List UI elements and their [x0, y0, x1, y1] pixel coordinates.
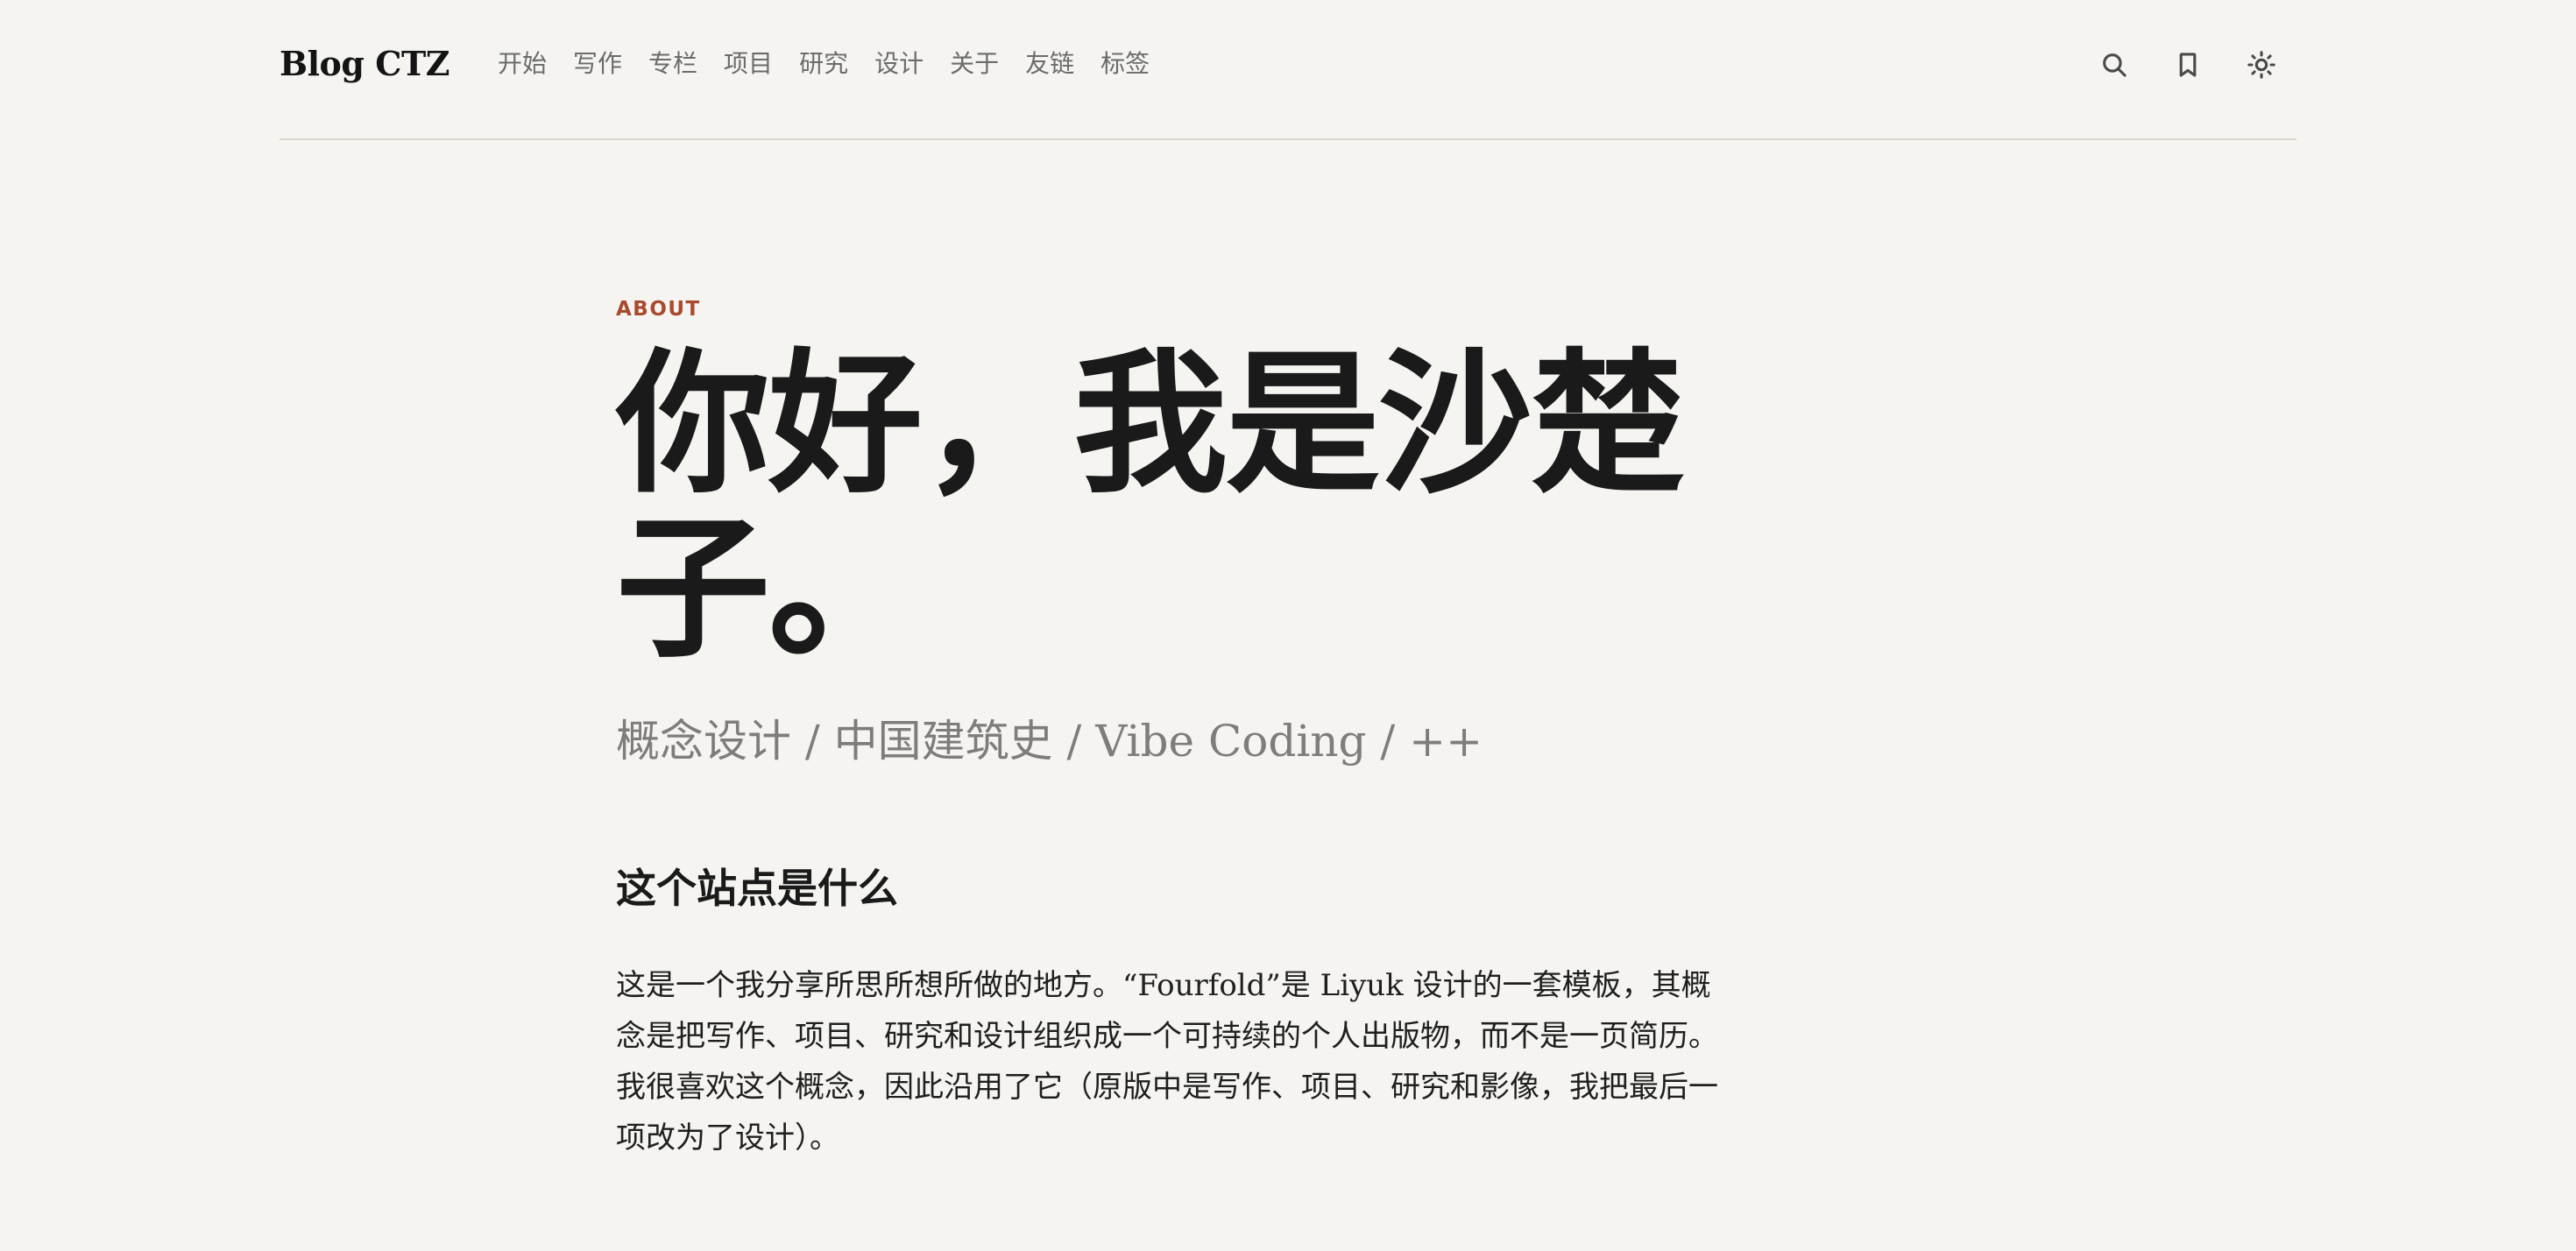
- about-content: ABOUT 你好，我是沙楚子。 概念设计 / 中国建筑史 / Vibe Codi…: [616, 298, 1737, 1193]
- main-nav: 开始 写作 专栏 项目 研究 设计 关于 友链 标签: [498, 52, 1176, 76]
- nav-item-links[interactable]: 友链: [1025, 52, 1074, 76]
- bookmark-icon[interactable]: [2172, 49, 2204, 81]
- nav-item-start[interactable]: 开始: [498, 52, 547, 76]
- page: Blog CTZ 开始 写作 专栏 项目 研究 设计 关于 友链 标签 ABOU…: [0, 0, 2576, 1251]
- section-eyebrow: ABOUT: [616, 298, 701, 321]
- page-title: 你好，我是沙楚子。: [616, 333, 1685, 679]
- header-tools: [2098, 49, 2277, 81]
- nav-item-projects[interactable]: 项目: [724, 52, 773, 76]
- nav-item-writing[interactable]: 写作: [573, 52, 622, 76]
- nav-item-columns[interactable]: 专栏: [648, 52, 697, 76]
- search-icon[interactable]: [2098, 49, 2130, 81]
- nav-item-design[interactable]: 设计: [874, 52, 924, 76]
- page-subtitle: 概念设计 / 中国建筑史 / Vibe Coding / ++: [616, 716, 1483, 767]
- nav-item-tags[interactable]: 标签: [1100, 52, 1150, 76]
- nav-item-research[interactable]: 研究: [799, 52, 848, 76]
- site-header: Blog CTZ 开始 写作 专栏 项目 研究 设计 关于 友链 标签: [280, 0, 2296, 140]
- nav-item-about[interactable]: 关于: [950, 52, 999, 76]
- section-heading: 这个站点是什么: [616, 865, 898, 912]
- intro-paragraph: 这是一个我分享所思所想所做的地方。“Fourfold”是 Liyuk 设计的一套…: [616, 968, 1718, 1156]
- brand-logo[interactable]: Blog CTZ: [280, 44, 449, 83]
- sun-icon[interactable]: [2246, 49, 2277, 81]
